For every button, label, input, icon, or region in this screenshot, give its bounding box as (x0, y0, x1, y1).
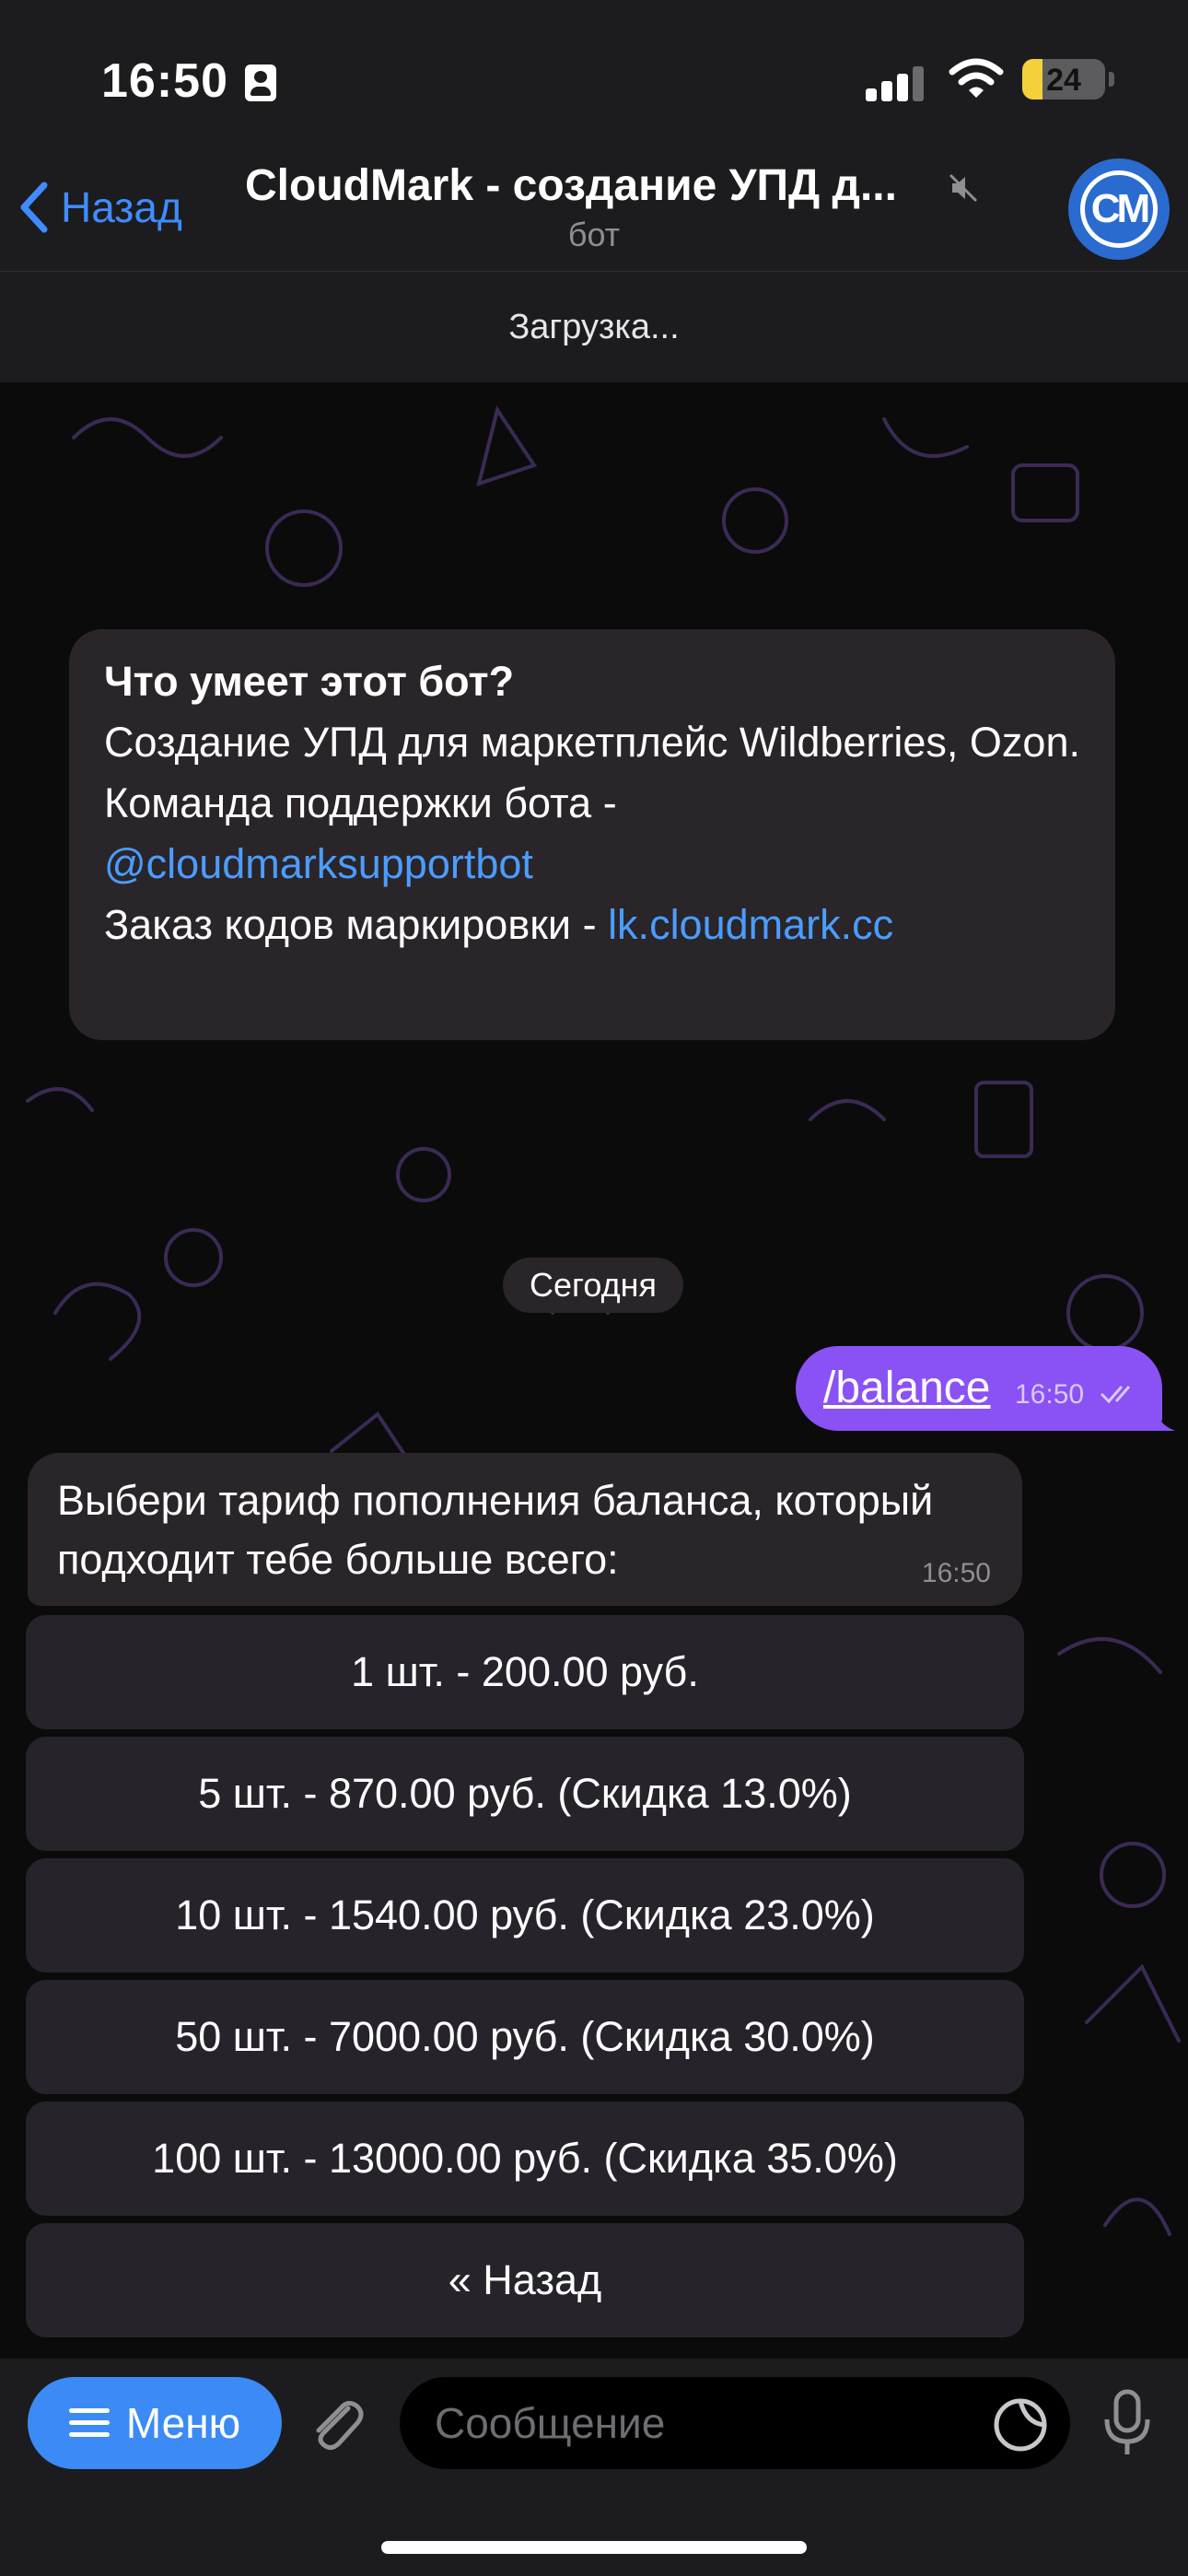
bot-description-line: Создание УПД для маркетплейс Wildberries… (104, 719, 1080, 766)
tariff-button-50[interactable]: 50 шт. - 7000.00 руб. (Скидка 30.0%) (26, 1980, 1024, 2094)
chat-subtitle: бот (567, 216, 621, 253)
bot-support-prefix: Команда поддержки бота - (104, 779, 617, 826)
date-separator: Сегодня (503, 1258, 683, 1313)
outgoing-message[interactable]: /balance 16:50 (796, 1346, 1162, 1431)
cellular-signal-icon (866, 64, 925, 101)
microphone-icon[interactable] (1100, 2388, 1155, 2462)
tariff-button-5[interactable]: 5 шт. - 870.00 руб. (Скидка 13.0%) (26, 1737, 1024, 1851)
incoming-message-time: 16:50 (921, 1558, 991, 1588)
chat-area[interactable]: Что умеет этот бот? Создание УПД для мар… (0, 382, 1188, 2359)
loading-banner: Загрузка... (0, 272, 1188, 382)
mute-icon (949, 173, 978, 203)
status-bar: 16:50 24 (0, 0, 1188, 138)
chat-title[interactable]: CloudMark - создание УПД д... (245, 160, 945, 211)
menu-label: Меню (125, 2399, 241, 2447)
home-indicator (381, 2541, 807, 2554)
id-card-icon (245, 64, 276, 101)
site-link[interactable]: lk.cloudmark.cc (608, 901, 893, 948)
battery-level-text: 24 (1046, 63, 1081, 98)
bubble-tail (1147, 1401, 1175, 1431)
message-input[interactable] (400, 2377, 1070, 2469)
outgoing-message-text[interactable]: /balance (823, 1363, 990, 1413)
chat-header: Назад CloudMark - создание УПД д... бот … (0, 138, 1188, 272)
support-bot-link[interactable]: @cloudmarksupportbot (104, 840, 533, 887)
tariff-button-10[interactable]: 10 шт. - 1540.00 руб. (Скидка 23.0%) (26, 1858, 1024, 1973)
paperclip-icon[interactable] (304, 2392, 368, 2456)
keyboard-back-button[interactable]: « Назад (26, 2223, 1024, 2337)
avatar-logo: CM (1080, 170, 1158, 248)
incoming-message-text: Выбери тариф пополнения баланса, который… (57, 1477, 934, 1583)
double-check-icon (1100, 1386, 1131, 1404)
bot-description-card: Что умеет этот бот? Создание УПД для мар… (69, 629, 1115, 1040)
status-time: 16:50 (101, 54, 228, 108)
bot-description-heading: Что умеет этот бот? (104, 658, 515, 705)
menu-button[interactable]: Меню (28, 2377, 282, 2469)
sticker-icon[interactable] (991, 2395, 1050, 2454)
incoming-message[interactable]: Выбери тариф пополнения баланса, который… (28, 1453, 1022, 1606)
battery-icon: 24 (1022, 59, 1105, 100)
tariff-button-1[interactable]: 1 шт. - 200.00 руб. (26, 1615, 1024, 1729)
bot-site-prefix: Заказ кодов маркировки - (104, 901, 609, 948)
tariff-button-100[interactable]: 100 шт. - 13000.00 руб. (Скидка 35.0%) (26, 2102, 1024, 2216)
avatar[interactable]: CM (1068, 158, 1170, 260)
hamburger-icon (68, 2408, 110, 2437)
outgoing-message-time: 16:50 (1015, 1379, 1085, 1410)
wifi-icon (949, 58, 1004, 98)
